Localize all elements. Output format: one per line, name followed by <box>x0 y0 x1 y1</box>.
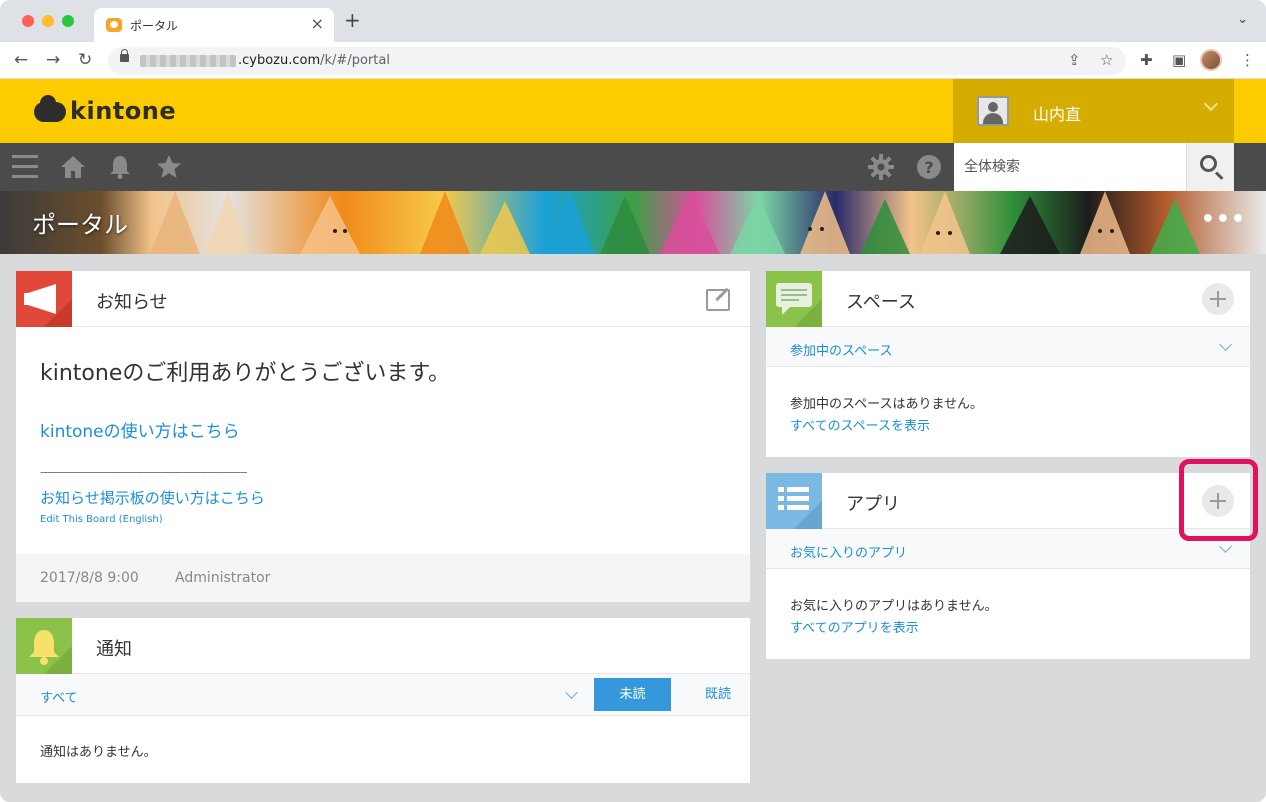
highlight-frame <box>1179 459 1258 541</box>
spaces-filter-select[interactable]: 参加中のスペース <box>790 340 892 359</box>
back-arrow-icon[interactable]: ← <box>14 50 28 70</box>
url-text: .cybozu.com/k/#/portal <box>238 53 390 68</box>
bell-icon[interactable] <box>108 154 132 180</box>
spaces-empty-text: 参加中のスペースはありません。 <box>790 397 984 412</box>
close-window-button[interactable] <box>22 15 34 27</box>
chevron-down-icon[interactable] <box>565 686 578 699</box>
search-icon <box>1200 155 1217 172</box>
spaces-filter-bar: 参加中のスペース <box>766 327 1250 367</box>
forward-arrow-icon[interactable]: → <box>46 50 60 70</box>
unread-tab-button[interactable]: 未読 <box>594 678 671 711</box>
kintone-favicon-icon <box>106 18 122 32</box>
kintone-toolbar: ? <box>0 143 1266 191</box>
tab-strip: ポータル × + ⌄ <box>0 0 1266 42</box>
portal-banner: ポータル ••• <box>0 191 1266 254</box>
kintone-cloud-icon <box>34 95 66 122</box>
hamburger-icon[interactable] <box>12 155 38 179</box>
show-all-apps-link[interactable]: すべてのアプリを表示 <box>790 617 919 636</box>
howto-link[interactable]: kintoneの使い方はこちら <box>40 417 240 442</box>
bookmark-star-icon[interactable]: ☆ <box>1100 51 1113 69</box>
user-menu[interactable]: 山内直 <box>953 79 1234 143</box>
divider-line: ----------------------------------------… <box>40 465 247 479</box>
list-icon <box>766 473 822 529</box>
address-toolbar: ← → ↻ .cybozu.com/k/#/portal ⇪ ☆ ✚ ▣ ⋮ <box>0 42 1266 79</box>
apps-filter-bar: お気に入りのアプリ <box>766 529 1250 569</box>
read-tab-button[interactable]: 既読 <box>686 678 750 711</box>
apps-header: アプリ <box>766 473 1250 529</box>
share-icon[interactable]: ⇪ <box>1068 51 1081 69</box>
side-panel-icon[interactable]: ▣ <box>1172 51 1186 69</box>
spaces-panel: スペース 参加中のスペース 参加中のスペースはありません。 すべてのスペースを表… <box>766 271 1250 457</box>
gear-icon[interactable] <box>868 154 894 180</box>
extensions-icon[interactable]: ✚ <box>1140 51 1153 69</box>
announcement-footer: 2017/8/8 9:00 Administrator <box>16 554 750 602</box>
spaces-title: スペース <box>846 292 916 313</box>
show-all-spaces-link[interactable]: すべてのスペースを表示 <box>790 415 930 434</box>
add-space-button[interactable] <box>1202 283 1234 315</box>
announcement-heading: kintoneのご利用ありがとうございます。 <box>40 361 451 386</box>
spaces-header: スペース <box>766 271 1250 327</box>
page-title: ポータル <box>32 211 128 239</box>
search-button[interactable] <box>1186 143 1234 191</box>
notifications-title: 通知 <box>96 639 132 660</box>
apps-empty-text: お気に入りのアプリはありません。 <box>790 599 998 614</box>
profile-avatar[interactable] <box>1200 49 1222 71</box>
portal-content: お知らせ kintoneのご利用ありがとうございます。 kintoneの使い方は… <box>0 254 1266 802</box>
notifications-header: 通知 <box>16 618 750 674</box>
chevron-down-icon[interactable] <box>1219 540 1232 553</box>
svg-text:?: ? <box>924 158 933 177</box>
zoom-window-button[interactable] <box>62 15 74 27</box>
chevron-down-icon <box>1203 96 1219 112</box>
reload-icon[interactable]: ↻ <box>78 50 92 70</box>
user-name: 山内直 <box>1033 105 1082 124</box>
notifications-panel: 通知 すべて 未読 既読 通知はありません。 <box>16 618 750 783</box>
help-icon[interactable]: ? <box>916 154 942 180</box>
announcements-header: お知らせ <box>16 271 750 327</box>
logo-text: kintone <box>70 97 177 125</box>
global-search-input[interactable] <box>954 143 1186 191</box>
apps-panel: アプリ お気に入りのアプリ お気に入りのアプリはありません。 すべてのアプリを表… <box>766 473 1250 659</box>
browser-window: ポータル × + ⌄ ← → ↻ .cybozu.com/k/#/portal … <box>0 0 1266 802</box>
announcements-panel: お知らせ kintoneのご利用ありがとうございます。 kintoneの使い方は… <box>16 271 750 602</box>
more-options-icon[interactable]: ••• <box>1201 207 1246 232</box>
english-board-link[interactable]: Edit This Board (English) <box>40 514 163 525</box>
notifications-empty-text: 通知はありません。 <box>40 745 157 760</box>
notifications-filter-bar: すべて 未読 既読 <box>16 674 750 716</box>
tab-search-chevron-icon[interactable]: ⌄ <box>1237 12 1248 27</box>
kintone-header: kintone 山内直 <box>0 79 1266 143</box>
announcement-author: Administrator <box>175 570 271 586</box>
url-field[interactable]: .cybozu.com/k/#/portal ⇪ ☆ <box>108 47 1126 75</box>
announcements-title: お知らせ <box>96 292 168 313</box>
notification-filter-select[interactable]: すべて <box>40 687 78 706</box>
announcement-date: 2017/8/8 9:00 <box>40 570 139 586</box>
chat-icon <box>766 271 822 327</box>
board-howto-link[interactable]: お知らせ掲示板の使い方はこちら <box>40 487 265 508</box>
browser-menu-icon[interactable]: ⋮ <box>1240 51 1255 69</box>
minimize-window-button[interactable] <box>42 15 54 27</box>
new-tab-icon[interactable]: + <box>344 10 361 30</box>
apps-filter-select[interactable]: お気に入りのアプリ <box>790 542 907 561</box>
tab-title: ポータル <box>130 19 179 33</box>
bell-icon <box>16 618 72 674</box>
lock-icon <box>120 49 129 62</box>
star-icon[interactable] <box>156 154 182 180</box>
apps-title: アプリ <box>846 494 900 515</box>
global-search <box>954 143 1234 191</box>
megaphone-icon <box>16 271 72 327</box>
home-icon[interactable] <box>60 155 86 179</box>
colored-pencils-image <box>150 191 1200 254</box>
browser-tab[interactable]: ポータル × <box>94 8 334 42</box>
edit-icon[interactable] <box>706 289 730 311</box>
chevron-down-icon[interactable] <box>1219 338 1232 351</box>
tab-close-icon[interactable]: × <box>311 14 324 33</box>
user-avatar-icon <box>977 96 1009 126</box>
blurred-subdomain <box>140 55 236 67</box>
